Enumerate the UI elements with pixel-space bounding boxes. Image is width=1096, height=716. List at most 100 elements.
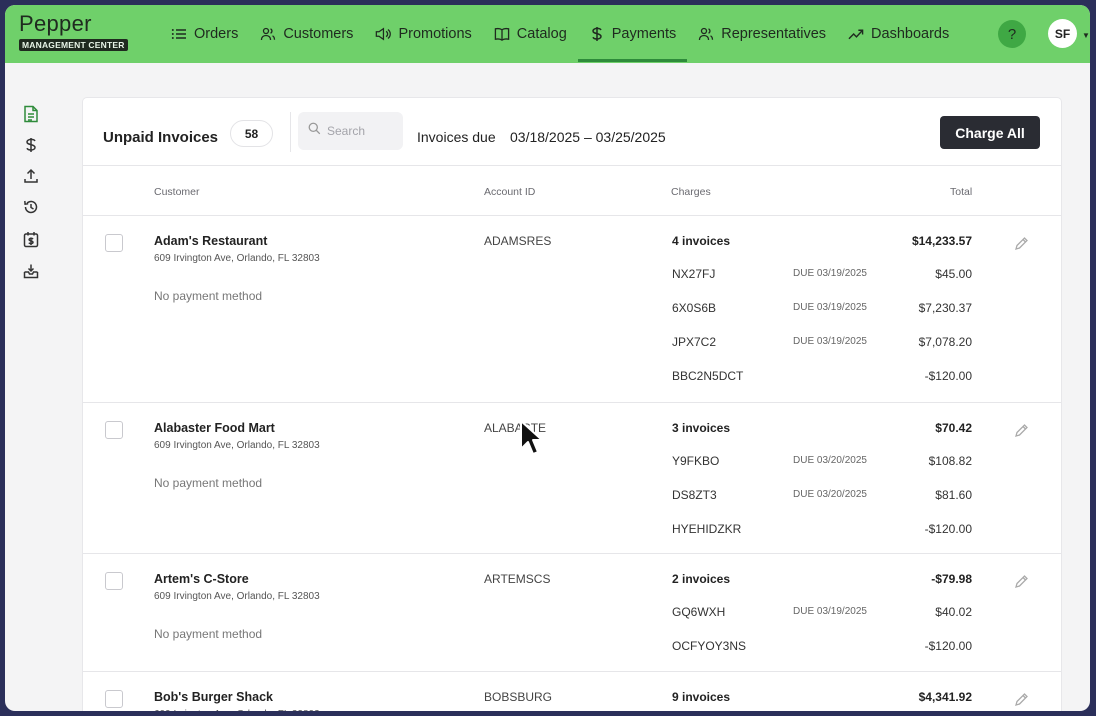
row-checkbox[interactable] <box>105 421 123 439</box>
history-icon[interactable] <box>22 198 40 216</box>
avatar[interactable]: SF <box>1048 19 1077 48</box>
brand-name: Pepper <box>19 11 92 36</box>
customer-address: 609 Irvington Ave, Orlando, FL 32803 <box>154 440 320 451</box>
upload-icon[interactable] <box>22 167 40 185</box>
invoice-id[interactable]: DS8ZT3 <box>672 488 717 502</box>
nav-item-label: Dashboards <box>871 26 950 42</box>
invoice-amount: $40.02 <box>935 605 972 619</box>
brand-subtitle: MANAGEMENT CENTER <box>19 39 128 51</box>
customer-name[interactable]: Bob's Burger Shack <box>154 690 273 704</box>
invoice-amount: $81.60 <box>935 488 972 502</box>
nav-item-promotions[interactable]: Promotions <box>364 5 482 63</box>
nav-item-label: Orders <box>194 26 239 42</box>
nav-item-label: Promotions <box>398 26 472 42</box>
nav-item-orders[interactable]: Orders <box>160 5 249 63</box>
search-icon <box>308 122 321 140</box>
charge-all-button[interactable]: Charge All <box>940 116 1040 149</box>
help-button[interactable]: ? <box>998 20 1026 48</box>
invoice-count-badge: 58 <box>230 120 273 147</box>
invoice-line: HYEHIDZKR -$120.00 <box>83 522 1061 540</box>
book-icon <box>494 26 510 42</box>
inbox-download-icon[interactable] <box>22 262 40 280</box>
invoice-id[interactable]: NX27FJ <box>672 267 715 281</box>
app-window: Pepper MANAGEMENT CENTER Orders Customers… <box>5 5 1090 711</box>
account-id: BOBSBURG <box>484 690 553 704</box>
nav-item-label: Customers <box>283 26 354 42</box>
trend-icon <box>848 26 864 42</box>
chevron-down-icon[interactable]: ▼ <box>1082 31 1090 40</box>
invoice-amount: $7,230.37 <box>918 301 972 315</box>
customer-name[interactable]: Alabaster Food Mart <box>154 421 275 435</box>
header-divider <box>290 112 291 152</box>
customer-name[interactable]: Artem's C-Store <box>154 572 249 586</box>
pencil-icon[interactable] <box>1013 692 1029 708</box>
column-header-customer: Customer <box>154 186 200 198</box>
invoice-line: BBC2N5DCT -$120.00 <box>83 369 1061 387</box>
row-checkbox[interactable] <box>105 572 123 590</box>
account-id: ARTEMSCS <box>484 572 551 586</box>
invoice-id[interactable]: Y9FKBO <box>672 454 719 468</box>
invoice-id[interactable]: HYEHIDZKR <box>672 522 741 536</box>
column-header-charges: Charges <box>671 186 711 198</box>
invoice-id[interactable]: 6X0S6B <box>672 301 716 315</box>
invoices-due-label: Invoices due <box>417 129 496 145</box>
card-header: Unpaid Invoices 58 Invoices due 03/18/20… <box>83 98 1061 166</box>
invoice-icon[interactable] <box>22 105 40 123</box>
invoice-line: Y9FKBO DUE 03/20/2025 $108.82 <box>83 454 1061 472</box>
users-icon <box>260 26 276 42</box>
nav-item-customers[interactable]: Customers <box>249 5 364 63</box>
invoice-summary: 4 invoices <box>672 234 731 248</box>
customer-name[interactable]: Adam's Restaurant <box>154 234 267 248</box>
row-total: $70.42 <box>935 421 972 435</box>
column-header-account-id: Account ID <box>484 186 536 198</box>
pencil-icon[interactable] <box>1013 236 1029 252</box>
invoice-line: NX27FJ DUE 03/19/2025 $45.00 <box>83 267 1061 285</box>
customer-address: 609 Irvington Ave, Orlando, FL 32803 <box>154 709 320 711</box>
row-checkbox[interactable] <box>105 690 123 708</box>
row-total: $14,233.57 <box>911 234 972 248</box>
invoice-id[interactable]: BBC2N5DCT <box>672 369 743 383</box>
nav-item-label: Catalog <box>516 26 567 42</box>
calendar-dollar-icon[interactable] <box>22 230 40 248</box>
list-icon <box>171 26 187 42</box>
table-row: Alabaster Food Mart 609 Irvington Ave, Or… <box>83 403 1061 554</box>
dollar-icon <box>589 26 605 42</box>
users-icon <box>698 26 714 42</box>
unpaid-invoices-card: Unpaid Invoices 58 Invoices due 03/18/20… <box>83 98 1061 711</box>
invoice-due-date: DUE 03/19/2025 <box>793 302 867 313</box>
dollar-icon[interactable] <box>22 136 40 154</box>
invoice-id[interactable]: OCFYOY3NS <box>672 639 746 653</box>
nav-item-label: Payments <box>611 26 677 42</box>
customer-address: 609 Irvington Ave, Orlando, FL 32803 <box>154 591 320 602</box>
brand-logo[interactable]: Pepper MANAGEMENT CENTER <box>19 13 128 53</box>
search-box[interactable] <box>298 112 403 150</box>
row-checkbox[interactable] <box>105 234 123 252</box>
invoice-id[interactable]: JPX7C2 <box>672 335 716 349</box>
invoice-due-date: DUE 03/19/2025 <box>793 268 867 279</box>
invoice-amount: $45.00 <box>935 267 972 281</box>
invoice-amount: $108.82 <box>928 454 972 468</box>
invoice-summary: 9 invoices <box>672 690 731 704</box>
table-row: Bob's Burger Shack 609 Irvington Ave, Orl… <box>83 672 1061 711</box>
search-input[interactable] <box>327 124 397 138</box>
pencil-icon[interactable] <box>1013 423 1029 439</box>
row-total: -$79.98 <box>931 572 972 586</box>
invoice-line: DS8ZT3 DUE 03/20/2025 $81.60 <box>83 488 1061 506</box>
invoice-line: OCFYOY3NS -$120.00 <box>83 639 1061 657</box>
megaphone-icon <box>375 26 392 42</box>
account-id: ADAMSRES <box>484 234 552 248</box>
nav-item-payments[interactable]: Payments <box>577 5 688 63</box>
nav-item-catalog[interactable]: Catalog <box>483 5 578 63</box>
pencil-icon[interactable] <box>1013 574 1029 590</box>
row-total: $4,341.92 <box>918 690 972 704</box>
nav-item-representatives[interactable]: Representatives <box>687 5 837 63</box>
nav-item-dashboards[interactable]: Dashboards <box>837 5 960 63</box>
invoice-id[interactable]: GQ6WXH <box>672 605 725 619</box>
invoice-due-date: DUE 03/20/2025 <box>793 489 867 500</box>
invoice-line: 6X0S6B DUE 03/19/2025 $7,230.37 <box>83 301 1061 319</box>
table-row: Artem's C-Store 609 Irvington Ave, Orland… <box>83 554 1061 672</box>
nav-item-label: Representatives <box>721 26 827 42</box>
due-date-range[interactable]: 03/18/2025 – 03/25/2025 <box>510 129 666 145</box>
customer-address: 609 Irvington Ave, Orlando, FL 32803 <box>154 253 320 264</box>
invoice-amount: $7,078.20 <box>918 335 972 349</box>
